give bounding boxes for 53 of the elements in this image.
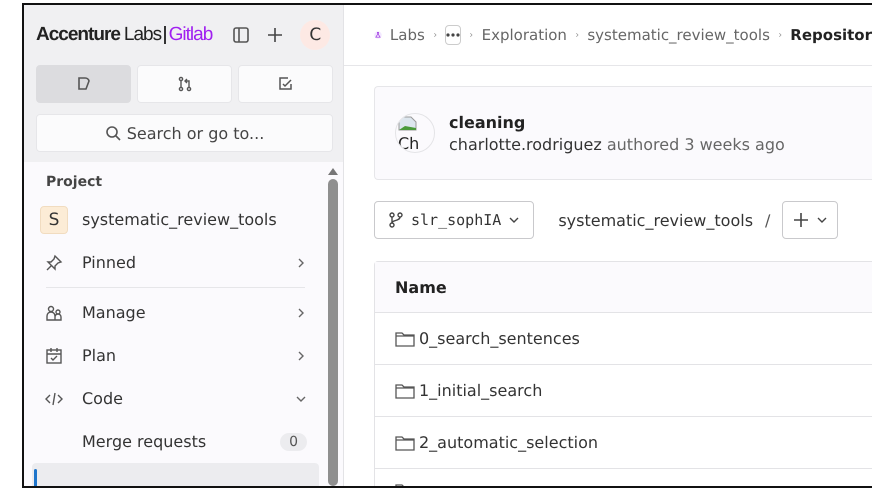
plus-icon[interactable]: [266, 26, 284, 44]
nav-item[interactable]: Plan: [32, 334, 319, 377]
folder-link[interactable]: 2_automatic_selection: [419, 433, 598, 452]
folder-icon: [395, 330, 415, 346]
sidebar-toggle-icon[interactable]: [232, 26, 250, 44]
merge-request-icon: [176, 76, 192, 92]
sidebar-tab[interactable]: [137, 65, 232, 103]
nav-item[interactable]: Code: [32, 377, 319, 420]
chevron-down-icon: [509, 215, 520, 225]
chevron-right-icon: [778, 30, 782, 40]
chevron-right-icon: [469, 30, 474, 40]
breadcrumb-link[interactable]: systematic_review_tools: [587, 26, 770, 44]
breadcrumb-current: Repositor: [790, 26, 872, 44]
more-button[interactable]: [445, 25, 462, 45]
section-heading: Project: [45, 173, 104, 192]
project-avatar: S: [40, 206, 68, 234]
path-link[interactable]: systematic_review_tools: [558, 210, 754, 230]
nav-subitem[interactable]: Merge requests 0: [32, 420, 319, 463]
issues-icon: [76, 76, 92, 92]
people-icon: [45, 304, 63, 322]
logo[interactable]: Accenture Labs Gitlab: [36, 24, 212, 46]
scrollbar-thumb[interactable]: [328, 179, 338, 486]
folder-icon: [395, 382, 415, 398]
checkbox-icon: [278, 76, 294, 92]
sidebar-tab[interactable]: [238, 65, 333, 103]
author-link[interactable]: charlotte.rodriguez: [449, 134, 602, 154]
commit-title[interactable]: cleaning: [449, 112, 785, 132]
user-avatar[interactable]: C: [300, 20, 330, 50]
column-header: Name: [395, 278, 447, 296]
commit-meta: authored 3 weeks ago: [606, 134, 785, 154]
branch-icon: [389, 212, 403, 228]
pin-icon: [45, 254, 63, 272]
folder-link[interactable]: 1_initial_search: [419, 381, 542, 400]
search-icon: [104, 125, 121, 141]
breadcrumb-link[interactable]: Labs: [390, 26, 425, 44]
branch-dropdown[interactable]: slr_sophIA: [374, 201, 534, 239]
scroll-up-icon[interactable]: [328, 168, 338, 175]
nav-item[interactable]: Pinned: [32, 241, 319, 284]
breadcrumb-link[interactable]: Exploration: [482, 26, 567, 44]
path-separator: /: [765, 210, 770, 230]
add-dropdown[interactable]: [782, 201, 838, 239]
search-field[interactable]: Search or go to...: [36, 114, 333, 152]
chevron-right-icon: [432, 30, 438, 40]
nav-item[interactable]: Manage: [32, 291, 319, 334]
project-item[interactable]: S systematic_review_tools: [32, 198, 319, 241]
chevron-right-icon: [574, 30, 580, 40]
chevron-down-icon: [817, 215, 828, 225]
plus-icon: [793, 212, 810, 228]
calendar-icon: [45, 346, 63, 364]
folder-link[interactable]: 0_search_sentences: [419, 329, 580, 348]
ellipsis-icon: [446, 33, 460, 37]
count-badge: 0: [280, 432, 307, 450]
folder-icon: [395, 434, 415, 450]
